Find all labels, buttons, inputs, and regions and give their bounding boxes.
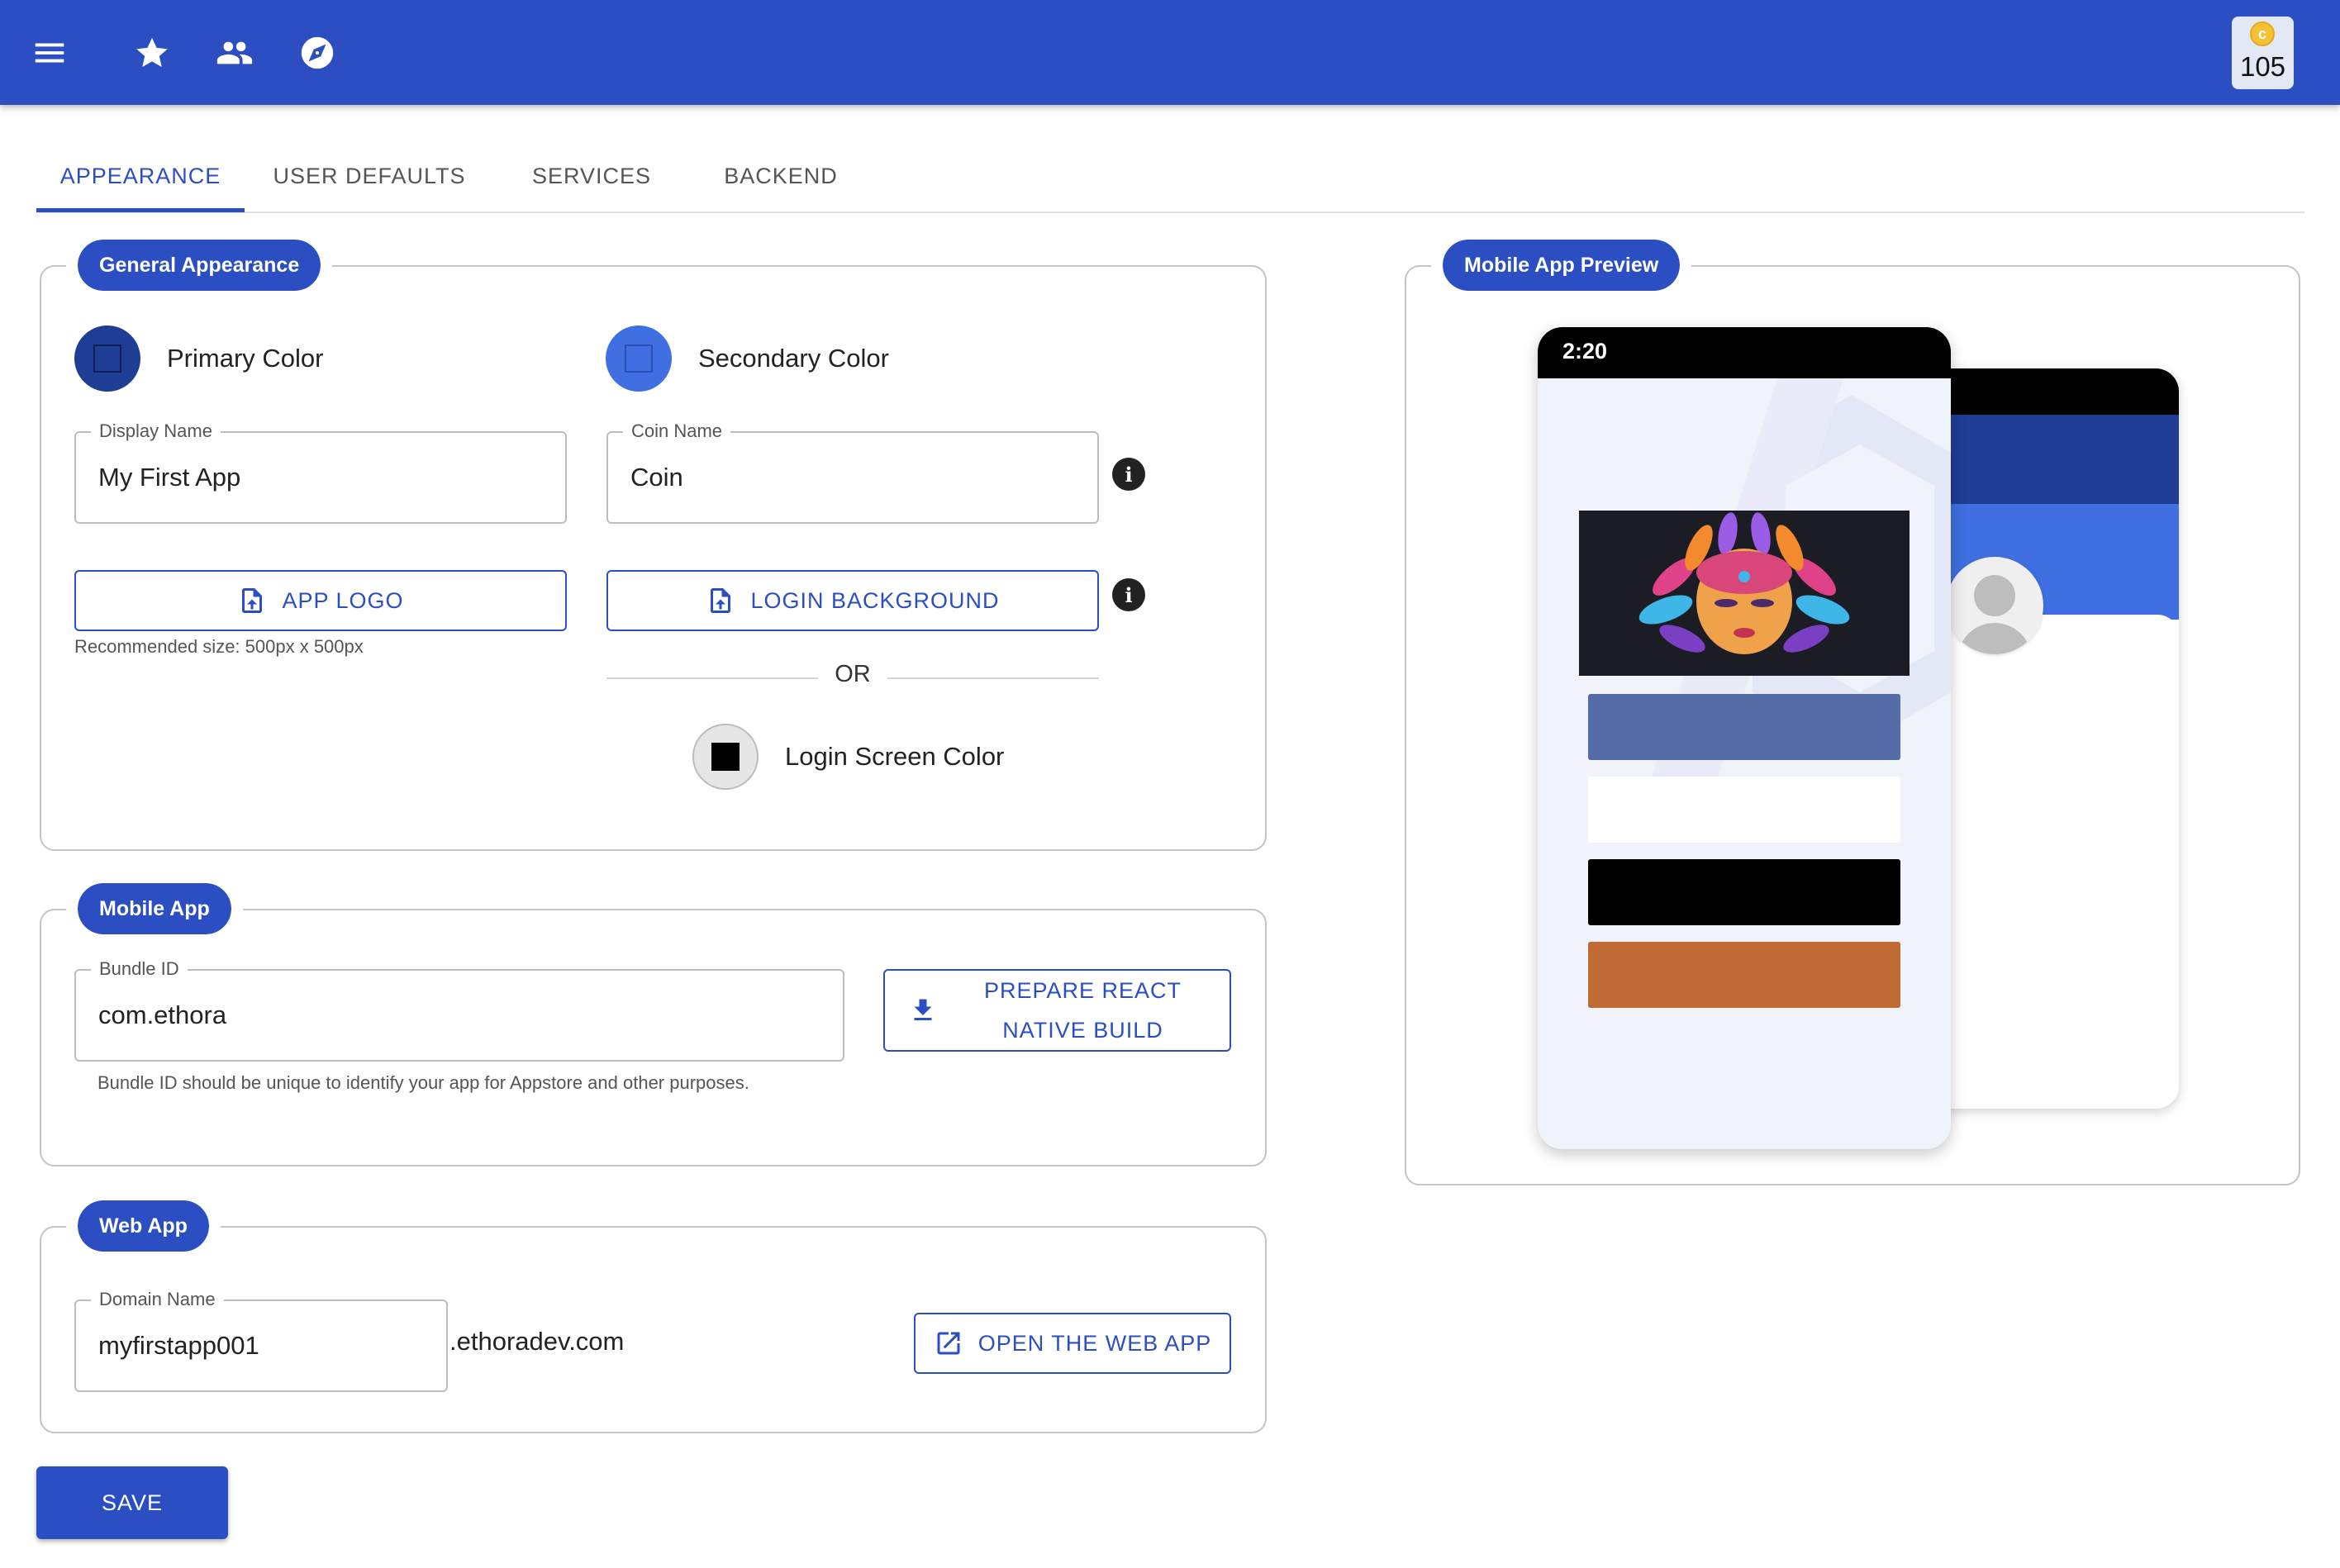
download-icon [914,999,932,1020]
display-name-field[interactable]: Display Name My First App [74,421,567,524]
people-icon[interactable] [212,30,258,76]
app-logo-button[interactable]: APP LOGO [74,570,567,631]
domain-name-value[interactable]: myfirstapp001 [98,1301,413,1390]
save-button[interactable]: SAVE [36,1466,228,1539]
coin-balance-badge[interactable]: c 105 [2232,17,2294,89]
top-app-bar: c 105 [0,0,2340,105]
prepare-button-line1: PREPARE REACT [983,978,1182,1003]
prepare-native-build-button[interactable]: PREPARE REACT NATIVE BUILD [883,969,1231,1052]
bundle-id-value[interactable]: com.ethora [98,971,750,1060]
mobile-app-preview-title: Mobile App Preview [1430,228,1692,302]
coin-icon: c [2250,21,2275,46]
or-divider-right [887,677,1099,679]
login-screen-color-label: Login Screen Color [785,742,1005,771]
domain-name-field[interactable]: Domain Name myfirstapp001 [74,1289,448,1392]
login-screen-color-swatch[interactable] [692,724,759,790]
mobile-app-title: Mobile App [66,872,243,946]
menu-icon[interactable] [26,30,73,76]
bundle-id-field[interactable]: Bundle ID com.ethora [74,958,844,1062]
open-web-app-label: OPEN THE WEB APP [977,1330,1212,1356]
coin-balance-value: 105 [2239,51,2286,82]
domain-suffix: .ethoradev.com [449,1327,625,1356]
primary-color-swatch[interactable] [74,325,140,392]
app-logo-button-label: APP LOGO [282,587,404,613]
open-web-app-button[interactable]: OPEN THE WEB APP [914,1313,1231,1374]
file-upload-icon [242,588,263,613]
file-upload-icon [711,588,731,613]
star-icon[interactable] [129,30,175,76]
secondary-color-label: Secondary Color [698,344,889,373]
tab-user-defaults[interactable]: USER DEFAULTS [253,140,486,211]
tab-appearance[interactable]: APPEARANCE [36,140,245,211]
or-divider-label: OR [835,661,871,687]
color-picker-square-icon [625,344,653,373]
login-background-button-label: LOGIN BACKGROUND [750,587,1000,613]
general-appearance-title: General Appearance [65,228,333,302]
logo-size-helper: Recommended size: 500px x 500px [74,636,364,657]
bundle-id-helper: Bundle ID should be unique to identify y… [98,1072,749,1093]
prepare-button-line2: NATIVE BUILD [1002,1018,1163,1043]
preview-bar-white [1588,777,1900,843]
color-picker-square-icon [711,743,740,771]
open-in-new-icon [937,1332,960,1355]
secondary-color-swatch[interactable] [606,325,672,392]
coin-name-value[interactable]: Coin [630,433,1046,522]
preview-status-bar: 2:20 [1538,327,1951,378]
tab-backend[interactable]: BACKEND [694,140,868,211]
info-icon[interactable]: i [1112,578,1145,611]
compass-icon[interactable] [294,30,340,76]
color-picker-square-icon [93,344,121,373]
web-app-title: Web App [66,1189,221,1263]
active-tab-indicator [36,208,245,212]
preview-bar-primary [1588,694,1900,760]
or-divider-left [606,677,818,679]
preview-bar-black [1588,859,1900,925]
avatar-icon [1946,557,2043,654]
primary-color-label: Primary Color [167,344,324,373]
tab-services[interactable]: SERVICES [496,140,687,211]
preview-phone-front: 2:20 [1538,327,1951,1149]
coin-name-field[interactable]: Coin Name Coin [606,421,1099,524]
preview-status-time: 2:20 [1562,339,1608,363]
settings-tabs: APPEARANCE USER DEFAULTS SERVICES BACKEN… [36,140,2304,213]
preview-bar-orange [1588,942,1900,1008]
info-icon[interactable]: i [1112,458,1145,491]
display-name-value[interactable]: My First App [98,433,514,522]
preview-app-logo-image [1579,511,1910,676]
login-background-button[interactable]: LOGIN BACKGROUND [606,570,1099,631]
